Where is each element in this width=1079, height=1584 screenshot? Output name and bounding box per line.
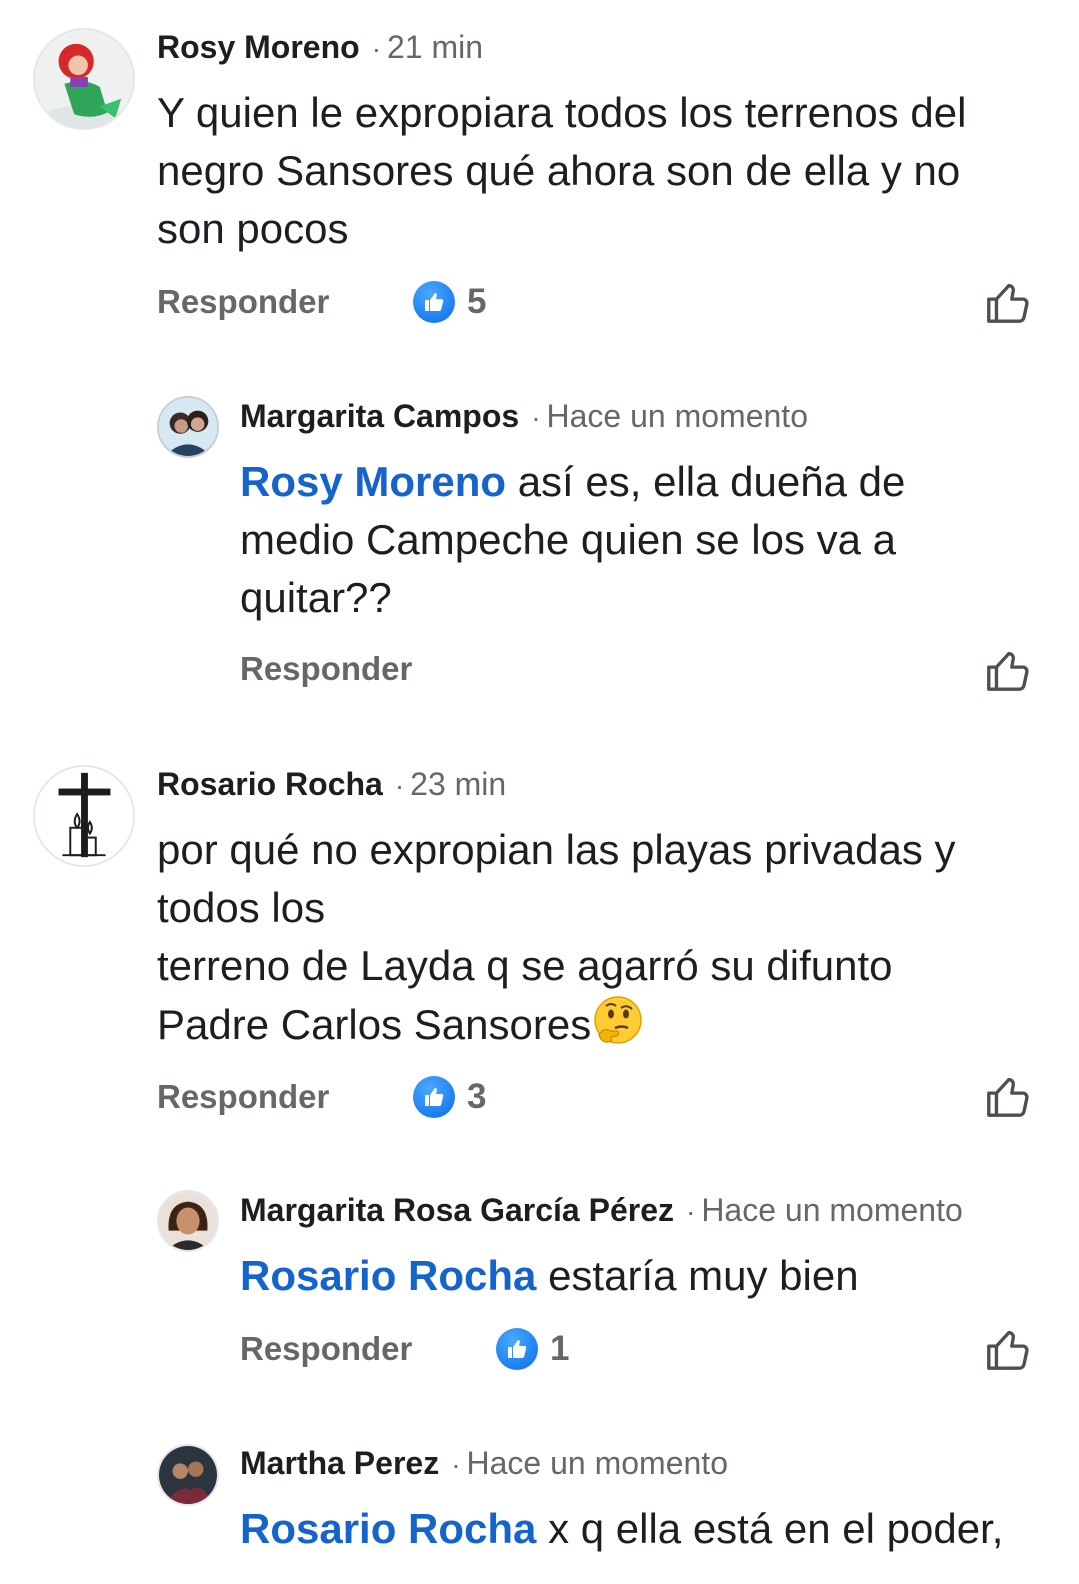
comment-author[interactable]: Margarita Rosa García Pérez: [240, 1192, 674, 1228]
reply-button[interactable]: Responder: [157, 1075, 329, 1119]
like-reaction-icon: [413, 281, 455, 323]
comment-text-body: x q ella está en el poder,: [536, 1505, 1004, 1552]
comment-author[interactable]: Martha Perez: [240, 1445, 439, 1481]
cross-candle-icon: [35, 767, 133, 865]
profile-photo: [159, 1446, 217, 1504]
avatar[interactable]: [157, 1444, 219, 1506]
comment-text-body: por qué no expropian las playas privadas…: [157, 826, 956, 1048]
comment-time[interactable]: Hace un momento: [547, 398, 808, 434]
like-reaction-icon: [413, 1076, 455, 1118]
reply-button[interactable]: Responder: [240, 647, 412, 691]
comment-time[interactable]: Hace un momento: [467, 1445, 728, 1481]
avatar[interactable]: [33, 28, 135, 130]
thumbs-up-outline-icon: [987, 283, 1029, 323]
reaction-summary[interactable]: 5: [413, 280, 486, 324]
profile-photo: [159, 1192, 217, 1250]
thumbs-up-outline-icon: [987, 651, 1029, 691]
reply-button[interactable]: Responder: [240, 1327, 412, 1371]
reaction-summary[interactable]: 1: [496, 1327, 569, 1371]
reply-button[interactable]: Responder: [157, 280, 329, 324]
comment-text: Rosario Rocha x q ella está en el poder,: [240, 1500, 1070, 1558]
avatar[interactable]: [157, 396, 219, 458]
avatar[interactable]: [157, 1190, 219, 1252]
comment-time[interactable]: Hace un momento: [701, 1192, 962, 1228]
reaction-summary[interactable]: 3: [413, 1075, 486, 1119]
comment-author[interactable]: Rosario Rocha: [157, 766, 383, 802]
dot-separator: ·: [685, 1196, 696, 1227]
profile-photo-mermaid: [35, 30, 133, 128]
comment-text: Y quien le expropiara todos los terrenos…: [157, 89, 967, 252]
dot-separator: ·: [531, 402, 541, 433]
comment-author[interactable]: Rosy Moreno: [157, 29, 360, 65]
comment-time[interactable]: 23 min: [410, 766, 506, 802]
profile-photo: [159, 398, 217, 456]
dot-separator: ·: [451, 1449, 461, 1480]
dot-separator: ·: [394, 770, 405, 801]
mention-link[interactable]: Rosy Moreno: [240, 458, 506, 505]
comment-text: Rosario Rocha estaría muy bien: [240, 1247, 1040, 1305]
like-button[interactable]: [984, 647, 1030, 693]
comment-time[interactable]: 21 min: [387, 29, 483, 65]
mention-link[interactable]: Rosario Rocha: [240, 1505, 536, 1552]
thinking-face-emoji: [593, 995, 643, 1045]
comment-text: por qué no expropian las playas privadas…: [157, 821, 1037, 1054]
comment-author[interactable]: Margarita Campos: [240, 398, 519, 434]
like-reaction-icon: [496, 1328, 538, 1370]
thumbs-up-outline-icon: [987, 1330, 1029, 1370]
mention-link[interactable]: Rosario Rocha: [240, 1252, 536, 1299]
like-count: 5: [467, 282, 487, 321]
dot-separator: ·: [371, 33, 382, 64]
like-button[interactable]: [984, 1073, 1030, 1119]
like-button[interactable]: [984, 1326, 1030, 1372]
comment-text: Rosy Moreno así es, ella dueña de medio …: [240, 453, 1040, 627]
like-count: 1: [550, 1329, 570, 1368]
avatar[interactable]: [33, 765, 135, 867]
comment-text-body: estaría muy bien: [536, 1252, 859, 1299]
like-button[interactable]: [984, 279, 1030, 325]
thumbs-up-outline-icon: [987, 1077, 1029, 1117]
like-count: 3: [467, 1077, 487, 1116]
